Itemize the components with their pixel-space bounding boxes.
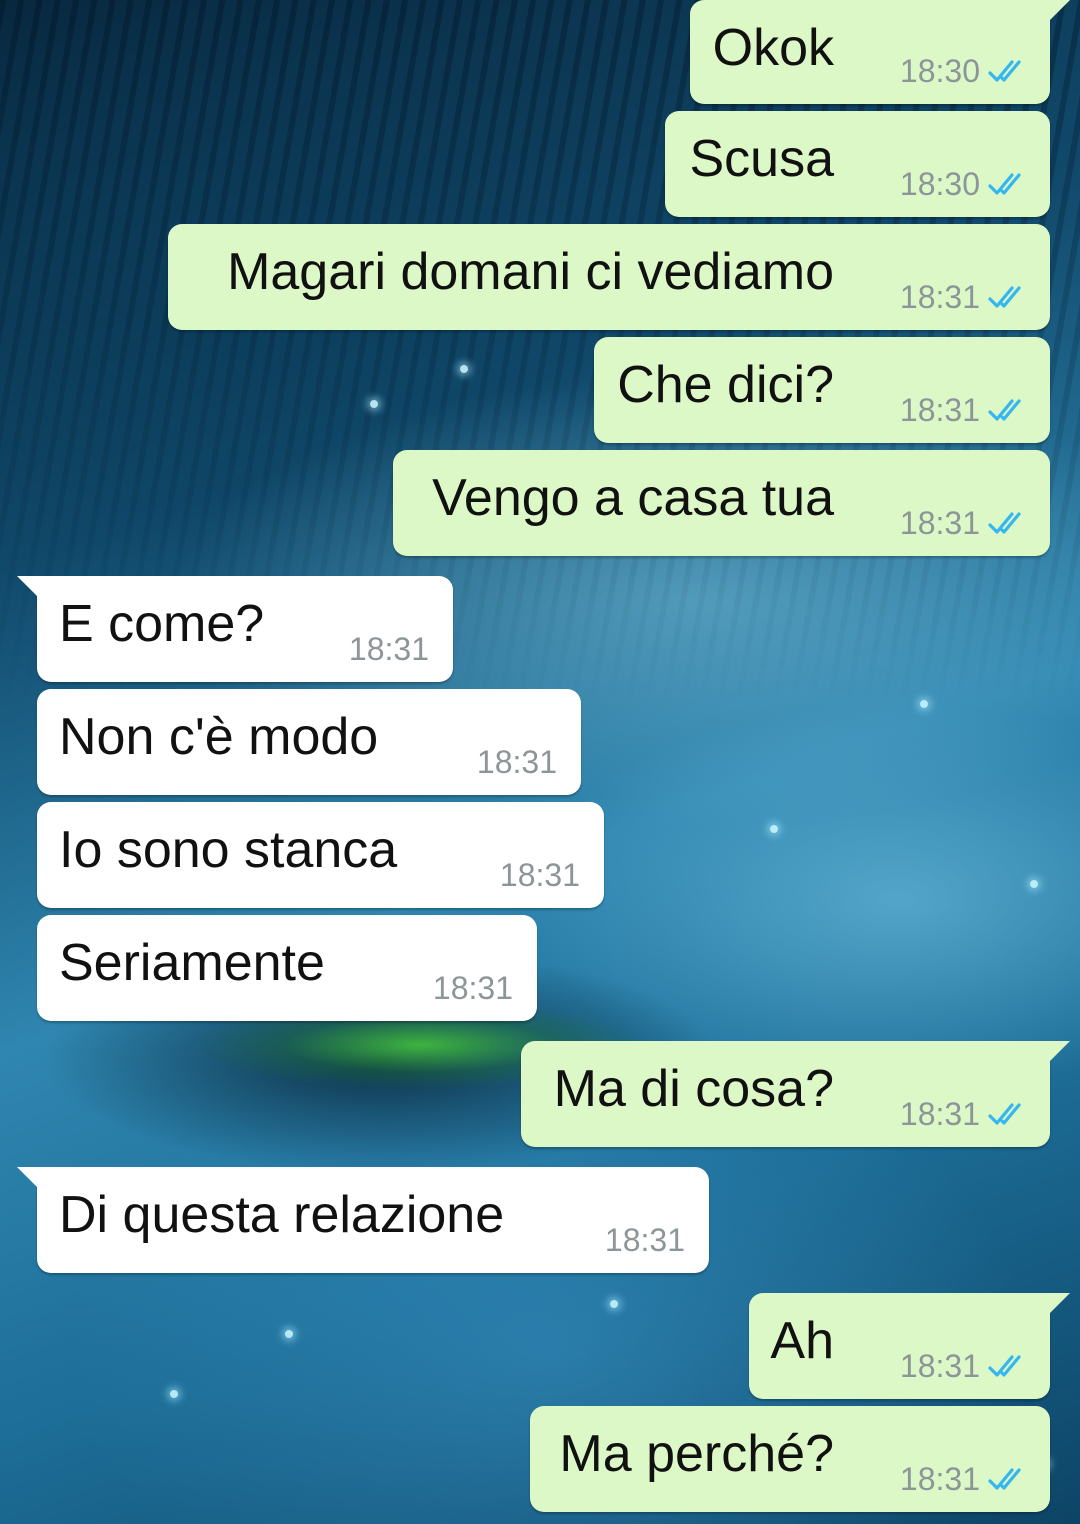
double-check-icon <box>988 512 1021 534</box>
double-check-icon <box>988 286 1021 308</box>
message-text: Ma di cosa? <box>553 1060 834 1118</box>
bubble-tail <box>17 576 39 598</box>
message-text: Magari domani ci vediamo <box>227 243 834 301</box>
message-bubble-outgoing[interactable]: Ma perché? 18:31 <box>530 1406 1050 1512</box>
message-bubble-incoming[interactable]: Io sono stanca 18:31 <box>37 802 604 908</box>
bubble-tail <box>17 1167 39 1189</box>
message-meta: 18:31 <box>900 280 1030 314</box>
bubble-tail <box>1048 1041 1070 1063</box>
message-text: Non c'è modo <box>59 708 379 766</box>
message-bubble-outgoing[interactable]: Magari domani ci vediamo 18:31 <box>168 224 1050 330</box>
message-time: 18:31 <box>432 970 513 1006</box>
message-time: 18:31 <box>899 279 980 315</box>
message-meta: 18:31 <box>900 506 1030 540</box>
message-meta: 18:30 <box>900 167 1030 201</box>
message-meta: 18:30 <box>900 54 1030 88</box>
message-bubble-outgoing[interactable]: Che dici? 18:31 <box>594 337 1050 443</box>
message-meta: 18:31 <box>433 971 513 1005</box>
message-meta: 18:31 <box>900 1097 1030 1131</box>
message-text: Vengo a casa tua <box>432 469 834 527</box>
message-bubble-outgoing[interactable]: Scusa 18:30 <box>665 111 1050 217</box>
message-meta: 18:31 <box>900 1349 1030 1383</box>
message-text: Seriamente <box>59 934 325 992</box>
message-meta: 18:31 <box>349 632 429 666</box>
message-bubble-outgoing[interactable]: Ma di cosa? 18:31 <box>521 1041 1070 1147</box>
message-time: 18:31 <box>899 505 980 541</box>
message-bubble-outgoing[interactable]: Okok 18:30 <box>690 0 1070 104</box>
double-check-icon <box>988 1355 1021 1377</box>
message-bubble-outgoing[interactable]: Vengo a casa tua 18:31 <box>393 450 1050 556</box>
bubble-tail <box>1048 1293 1070 1315</box>
message-text: Okok <box>712 19 834 77</box>
message-time: 18:31 <box>348 631 429 667</box>
message-text: Ma perché? <box>559 1425 834 1483</box>
message-text: Di questa relazione <box>59 1186 505 1244</box>
message-time: 18:30 <box>899 166 980 202</box>
message-time: 18:31 <box>899 1348 980 1384</box>
double-check-icon <box>988 60 1021 82</box>
message-text: Che dici? <box>617 356 834 414</box>
double-check-icon <box>988 1103 1021 1125</box>
message-text: Scusa <box>689 130 834 188</box>
message-time: 18:31 <box>604 1222 685 1258</box>
message-meta: 18:31 <box>900 1462 1030 1496</box>
message-time: 18:30 <box>899 53 980 89</box>
message-meta: 18:31 <box>605 1223 685 1257</box>
message-bubble-incoming[interactable]: E come? 18:31 <box>17 576 453 682</box>
message-time: 18:31 <box>499 857 580 893</box>
message-bubble-incoming[interactable]: Non c'è modo 18:31 <box>37 689 581 795</box>
bubble-tail <box>1048 0 1070 22</box>
message-meta: 18:31 <box>900 393 1030 427</box>
message-bubble-incoming[interactable]: Di questa relazione 18:31 <box>17 1167 709 1273</box>
message-text: Io sono stanca <box>59 821 398 879</box>
message-time: 18:31 <box>899 392 980 428</box>
message-text: E come? <box>59 595 265 653</box>
double-check-icon <box>988 399 1021 421</box>
message-time: 18:31 <box>899 1461 980 1497</box>
message-meta: 18:31 <box>500 858 580 892</box>
message-meta: 18:31 <box>477 745 557 779</box>
message-time: 18:31 <box>899 1096 980 1132</box>
message-text: Ah <box>770 1312 834 1370</box>
message-bubble-outgoing[interactable]: Ah 18:31 <box>749 1293 1070 1399</box>
message-bubble-incoming[interactable]: Seriamente 18:31 <box>37 915 537 1021</box>
double-check-icon <box>988 1468 1021 1490</box>
double-check-icon <box>988 173 1021 195</box>
message-list[interactable]: Okok 18:30 Scusa 18:30 Magari domani ci … <box>0 0 1080 1524</box>
message-time: 18:31 <box>476 744 557 780</box>
